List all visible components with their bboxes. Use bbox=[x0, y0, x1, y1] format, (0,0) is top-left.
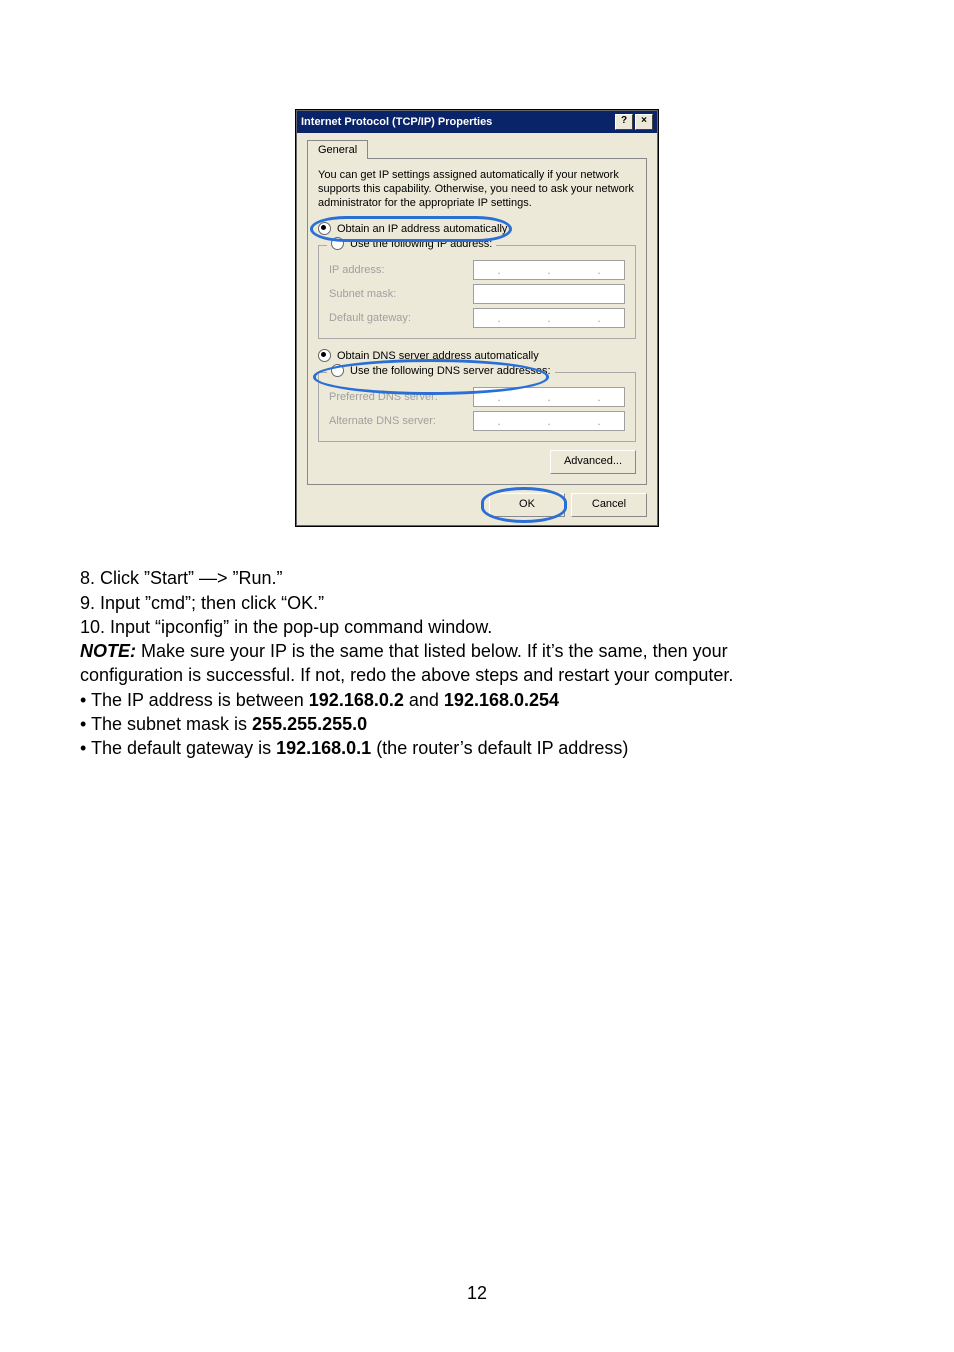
radio-icon bbox=[331, 237, 344, 250]
t: (the router’s default IP address) bbox=[371, 738, 628, 758]
page-number: 12 bbox=[0, 1283, 954, 1304]
field-ip-address: IP address: ... bbox=[329, 260, 625, 280]
intro-text: You can get IP settings assigned automat… bbox=[318, 169, 636, 210]
radio-obtain-dns-auto[interactable]: Obtain DNS server address automatically bbox=[318, 347, 636, 364]
group-dns-manual: Use the following DNS server addresses: … bbox=[318, 372, 636, 442]
doc-text: 8. Click ”Start” —> ”Run.” 9. Input ”cmd… bbox=[80, 566, 874, 760]
label-alternate-dns: Alternate DNS server: bbox=[329, 415, 469, 427]
radio-icon bbox=[318, 349, 331, 362]
t: • The default gateway is bbox=[80, 738, 276, 758]
step-10: 10. Input “ipconfig” in the pop-up comma… bbox=[80, 615, 874, 639]
label-ip-address: IP address: bbox=[329, 264, 469, 276]
field-alternate-dns: Alternate DNS server: ... bbox=[329, 411, 625, 431]
radio-use-following-ip[interactable]: Use the following IP address: bbox=[327, 237, 496, 250]
radio-use-following-dns[interactable]: Use the following DNS server addresses: bbox=[327, 364, 555, 377]
label-preferred-dns: Preferred DNS server: bbox=[329, 391, 469, 403]
tab-page: You can get IP settings assigned automat… bbox=[307, 158, 647, 485]
tab-general[interactable]: General bbox=[307, 140, 368, 159]
note-line-1: NOTE: Make sure your IP is the same that… bbox=[80, 639, 874, 663]
ok-button[interactable]: OK bbox=[489, 493, 565, 517]
radio-icon bbox=[318, 222, 331, 235]
note-text-a: Make sure your IP is the same that liste… bbox=[136, 641, 728, 661]
radio-obtain-ip-auto[interactable]: Obtain an IP address automatically bbox=[318, 220, 636, 237]
close-button[interactable]: × bbox=[635, 114, 653, 130]
note-line-2: configuration is successful. If not, red… bbox=[80, 663, 874, 687]
step-9: 9. Input ”cmd”; then click “OK.” bbox=[80, 591, 874, 615]
advanced-button[interactable]: Advanced... bbox=[550, 450, 636, 474]
note-prefix: NOTE: bbox=[80, 641, 136, 661]
field-subnet: Subnet mask: bbox=[329, 284, 625, 304]
dialog-button-row: OK Cancel bbox=[307, 485, 647, 517]
help-button[interactable]: ? bbox=[615, 114, 633, 130]
field-preferred-dns: Preferred DNS server: ... bbox=[329, 387, 625, 407]
dialog-titlebar: Internet Protocol (TCP/IP) Properties ? … bbox=[297, 111, 657, 133]
ip-high: 192.168.0.254 bbox=[444, 690, 559, 710]
input-ip-address[interactable]: ... bbox=[473, 260, 625, 280]
dialog-title: Internet Protocol (TCP/IP) Properties bbox=[301, 116, 492, 128]
t: and bbox=[404, 690, 444, 710]
subnet-value: 255.255.255.0 bbox=[252, 714, 367, 734]
group-ip-manual: Use the following IP address: IP address… bbox=[318, 245, 636, 339]
input-subnet[interactable] bbox=[473, 284, 625, 304]
t: • The IP address is between bbox=[80, 690, 309, 710]
page: Internet Protocol (TCP/IP) Properties ? … bbox=[0, 0, 954, 1352]
input-gateway[interactable]: ... bbox=[473, 308, 625, 328]
gateway-value: 192.168.0.1 bbox=[276, 738, 371, 758]
radio-label: Obtain DNS server address automatically bbox=[337, 350, 539, 362]
label-subnet: Subnet mask: bbox=[329, 288, 469, 300]
radio-label: Use the following DNS server addresses: bbox=[350, 365, 551, 377]
bullet-gateway: • The default gateway is 192.168.0.1 (th… bbox=[80, 736, 874, 760]
advanced-row: Advanced... bbox=[318, 450, 636, 474]
ip-low: 192.168.0.2 bbox=[309, 690, 404, 710]
step-8: 8. Click ”Start” —> ”Run.” bbox=[80, 566, 874, 590]
cancel-button[interactable]: Cancel bbox=[571, 493, 647, 517]
field-gateway: Default gateway: ... bbox=[329, 308, 625, 328]
bullet-subnet: • The subnet mask is 255.255.255.0 bbox=[80, 712, 874, 736]
input-preferred-dns[interactable]: ... bbox=[473, 387, 625, 407]
input-alternate-dns[interactable]: ... bbox=[473, 411, 625, 431]
label-gateway: Default gateway: bbox=[329, 312, 469, 324]
radio-label: Use the following IP address: bbox=[350, 238, 492, 250]
bullet-ip: • The IP address is between 192.168.0.2 … bbox=[80, 688, 874, 712]
tcpip-properties-dialog: Internet Protocol (TCP/IP) Properties ? … bbox=[296, 110, 658, 526]
radio-icon bbox=[331, 364, 344, 377]
dialog-body: General You can get IP settings assigned… bbox=[297, 133, 657, 525]
t: • The subnet mask is bbox=[80, 714, 252, 734]
radio-label: Obtain an IP address automatically bbox=[337, 223, 507, 235]
